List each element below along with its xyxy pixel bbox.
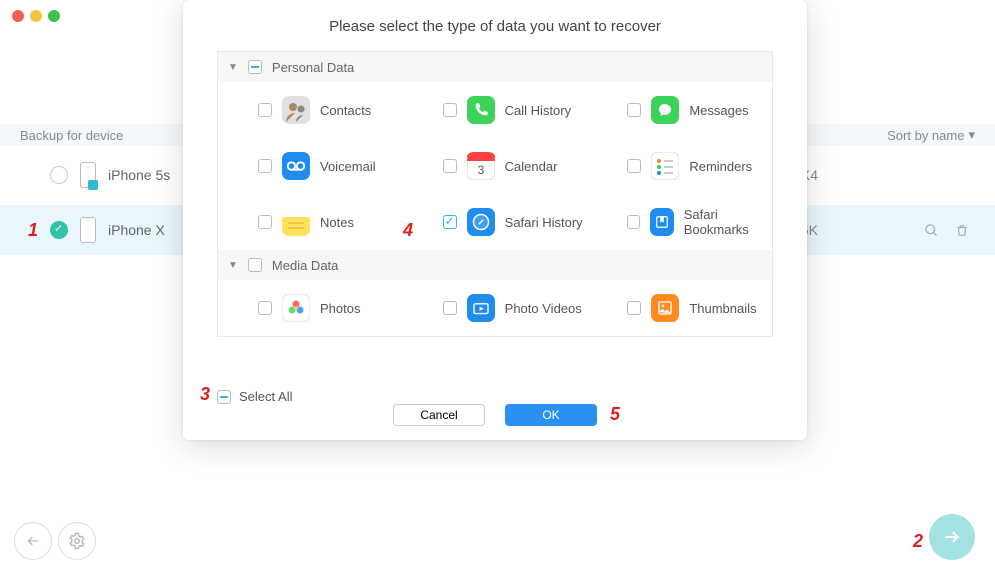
item-label: Calendar [505,159,558,174]
item-label: Contacts [320,103,371,118]
data-type-item[interactable]: Safari Bookmarks [587,194,772,250]
group-label: Media Data [272,258,338,273]
group-checkbox[interactable] [248,258,262,272]
collapse-arrow-icon: ▼ [228,62,238,73]
maximize-window-button[interactable] [48,10,60,22]
select-all[interactable]: Select All [217,389,292,404]
annotation-5: 5 [610,404,620,425]
item-label: Reminders [689,159,752,174]
item-label: Messages [689,103,748,118]
item-checkbox[interactable] [443,159,457,173]
data-type-item[interactable]: Thumbnails [587,280,772,336]
data-type-item[interactable]: Contacts [218,82,403,138]
item-label: Notes [320,215,354,230]
trash-icon[interactable] [955,223,969,238]
data-type-item[interactable]: Safari History [403,194,588,250]
item-checkbox[interactable] [443,301,457,315]
item-label: Safari History [505,215,583,230]
window-controls [12,10,60,22]
data-type-item[interactable]: 3 Calendar [403,138,588,194]
group-label: Personal Data [272,60,354,75]
data-type-item[interactable]: Photos [218,280,403,336]
close-window-button[interactable] [12,10,24,22]
item-label: Safari Bookmarks [684,207,772,237]
annotation-2: 2 [913,531,923,552]
data-type-item[interactable]: Messages [587,82,772,138]
item-checkbox[interactable] [627,159,641,173]
item-label: Photos [320,301,360,316]
collapse-arrow-icon: ▼ [228,260,238,271]
phone-icon [80,162,96,188]
annotation-1: 1 [28,220,38,241]
group-header-personal[interactable]: ▼ Personal Data [218,52,772,82]
select-all-checkbox[interactable] [217,390,231,404]
back-button[interactable] [14,522,52,560]
item-checkbox[interactable] [627,103,641,117]
data-type-groups: ▼ Personal Data Contacts Call History Mess… [217,51,773,337]
ok-button[interactable]: OK [505,404,597,426]
svg-text:3: 3 [477,163,484,177]
data-type-item[interactable]: Photo Videos [403,280,588,336]
chevron-down-icon: ▾ [968,127,975,143]
annotation-3: 3 [200,384,210,405]
item-checkbox[interactable] [627,215,639,229]
sort-dropdown[interactable]: Sort by name ▾ [887,127,975,143]
item-label: Thumbnails [689,301,756,316]
item-checkbox[interactable] [258,159,272,173]
cancel-button[interactable]: Cancel [393,404,485,426]
item-label: Call History [505,103,571,118]
item-checkbox[interactable] [258,103,272,117]
data-type-item[interactable]: Reminders [587,138,772,194]
select-radio[interactable] [50,166,68,184]
search-icon[interactable] [924,223,939,238]
item-checkbox[interactable] [627,301,641,315]
item-label: Voicemail [320,159,376,174]
sort-label: Sort by name [887,128,964,143]
next-button[interactable] [929,514,975,560]
item-checkbox[interactable] [258,215,272,229]
group-header-media[interactable]: ▼ Media Data [218,250,772,280]
item-checkbox[interactable] [258,301,272,315]
annotation-4: 4 [403,220,413,241]
settings-button[interactable] [58,522,96,560]
item-checkbox[interactable] [443,103,457,117]
minimize-window-button[interactable] [30,10,42,22]
item-label: Photo Videos [505,301,582,316]
phone-icon [80,217,96,243]
select-data-type-dialog: Please select the type of data you want … [183,0,807,440]
select-radio[interactable] [50,221,68,239]
item-checkbox[interactable] [443,215,457,229]
group-checkbox[interactable] [248,60,262,74]
data-type-item[interactable]: Call History [403,82,588,138]
dialog-title: Please select the type of data you want … [183,18,807,35]
select-all-label: Select All [239,389,292,404]
data-type-item[interactable]: Notes [218,194,403,250]
data-type-item[interactable]: Voicemail [218,138,403,194]
